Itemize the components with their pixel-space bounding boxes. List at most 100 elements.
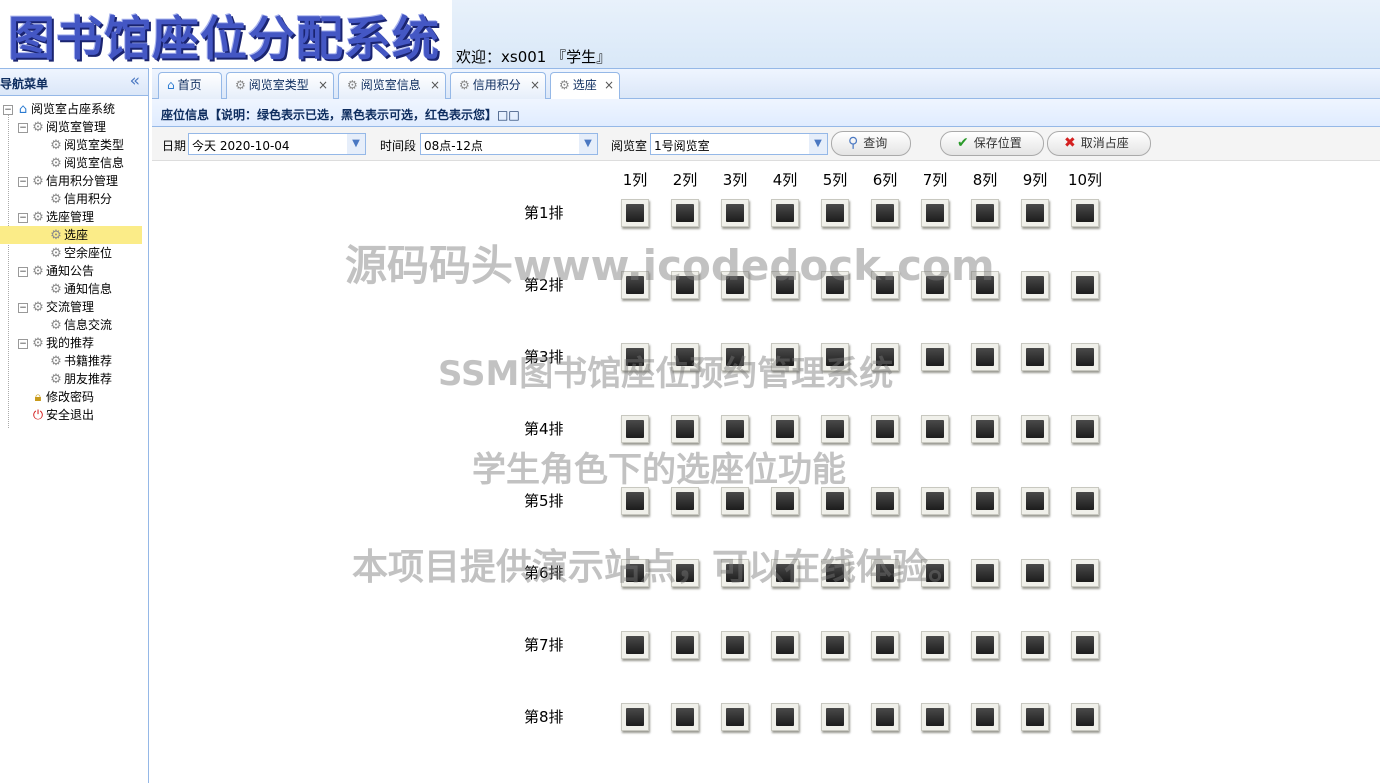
- nav-group-notice[interactable]: − ⚙ 通知公告: [18, 262, 94, 280]
- seat-button[interactable]: [721, 559, 749, 587]
- seat-button[interactable]: [771, 271, 799, 299]
- collapse-toggle-icon[interactable]: −: [18, 122, 28, 133]
- date-select[interactable]: 今天 2020-10-04 ▼: [188, 133, 366, 155]
- cancel-seat-button[interactable]: ✖ 取消占座: [1047, 131, 1151, 156]
- seat-button[interactable]: [771, 199, 799, 227]
- seat-button[interactable]: [771, 343, 799, 371]
- seat-button[interactable]: [1021, 559, 1049, 587]
- nav-group-seat[interactable]: − ⚙ 选座管理: [18, 208, 94, 226]
- seat-button[interactable]: [921, 703, 949, 731]
- seat-button[interactable]: [821, 199, 849, 227]
- seat-button[interactable]: [971, 559, 999, 587]
- seat-button[interactable]: [871, 415, 899, 443]
- seat-button[interactable]: [771, 631, 799, 659]
- seat-button[interactable]: [671, 415, 699, 443]
- seat-button[interactable]: [621, 199, 649, 227]
- seat-button[interactable]: [721, 343, 749, 371]
- tab-select-seat[interactable]: ⚙ 选座 ×: [550, 72, 620, 100]
- seat-button[interactable]: [771, 703, 799, 731]
- seat-button[interactable]: [921, 631, 949, 659]
- seat-button[interactable]: [971, 631, 999, 659]
- seat-button[interactable]: [621, 271, 649, 299]
- seat-button[interactable]: [671, 703, 699, 731]
- seat-button[interactable]: [671, 199, 699, 227]
- nav-item-message[interactable]: ⚙ 信息交流: [48, 316, 112, 334]
- seat-button[interactable]: [821, 559, 849, 587]
- seat-button[interactable]: [721, 703, 749, 731]
- chevron-down-icon[interactable]: ▼: [579, 134, 597, 154]
- seat-button[interactable]: [1071, 559, 1099, 587]
- chevron-down-icon[interactable]: ▼: [347, 134, 365, 154]
- seat-button[interactable]: [771, 487, 799, 515]
- seat-button[interactable]: [1021, 199, 1049, 227]
- seat-button[interactable]: [1021, 487, 1049, 515]
- nav-group-exchange[interactable]: − ⚙ 交流管理: [18, 298, 94, 316]
- seat-button[interactable]: [1071, 487, 1099, 515]
- seat-button[interactable]: [671, 631, 699, 659]
- seat-button[interactable]: [871, 559, 899, 587]
- seat-button[interactable]: [921, 343, 949, 371]
- seat-button[interactable]: [971, 703, 999, 731]
- collapse-toggle-icon[interactable]: −: [18, 338, 28, 349]
- nav-item-book-recommend[interactable]: ⚙ 书籍推荐: [48, 352, 112, 370]
- seat-button[interactable]: [821, 487, 849, 515]
- seat-button[interactable]: [871, 343, 899, 371]
- seat-button[interactable]: [971, 271, 999, 299]
- seat-button[interactable]: [1021, 415, 1049, 443]
- seat-button[interactable]: [821, 415, 849, 443]
- seat-button[interactable]: [871, 703, 899, 731]
- seat-button[interactable]: [621, 559, 649, 587]
- nav-item-friend-recommend[interactable]: ⚙ 朋友推荐: [48, 370, 112, 388]
- seat-button[interactable]: [871, 631, 899, 659]
- seat-button[interactable]: [971, 199, 999, 227]
- collapse-toggle-icon[interactable]: −: [3, 104, 13, 115]
- nav-item-room-info[interactable]: ⚙ 阅览室信息: [48, 154, 124, 172]
- seat-button[interactable]: [871, 271, 899, 299]
- seat-button[interactable]: [771, 559, 799, 587]
- chevron-down-icon[interactable]: ▼: [809, 134, 827, 154]
- collapse-icon[interactable]: «: [130, 71, 140, 91]
- seat-button[interactable]: [721, 631, 749, 659]
- seat-button[interactable]: [921, 271, 949, 299]
- tab-room-type[interactable]: ⚙ 阅览室类型 ×: [226, 72, 334, 99]
- nav-item-room-type[interactable]: ⚙ 阅览室类型: [48, 136, 124, 154]
- nav-item-logout[interactable]: ⏻ 安全退出: [30, 406, 94, 424]
- seat-button[interactable]: [671, 487, 699, 515]
- nav-group-credit[interactable]: − ⚙ 信用积分管理: [18, 172, 118, 190]
- seat-button[interactable]: [771, 415, 799, 443]
- collapse-toggle-icon[interactable]: −: [18, 302, 28, 313]
- seat-button[interactable]: [671, 559, 699, 587]
- close-icon[interactable]: ×: [430, 73, 440, 98]
- close-icon[interactable]: ×: [530, 73, 540, 98]
- seat-button[interactable]: [921, 559, 949, 587]
- collapse-toggle-icon[interactable]: −: [18, 212, 28, 223]
- close-icon[interactable]: ×: [318, 73, 328, 98]
- seat-button[interactable]: [821, 271, 849, 299]
- save-seat-button[interactable]: ✔ 保存位置: [940, 131, 1044, 156]
- nav-item-change-password[interactable]: 🔒︎ 修改密码: [30, 388, 94, 406]
- seat-button[interactable]: [921, 487, 949, 515]
- tree-root[interactable]: − ⌂ 阅览室占座系统: [3, 100, 115, 118]
- nav-item-credit[interactable]: ⚙ 信用积分: [48, 190, 112, 208]
- room-select[interactable]: 1号阅览室 ▼: [650, 133, 828, 155]
- collapse-toggle-icon[interactable]: −: [18, 176, 28, 187]
- seat-button[interactable]: [971, 487, 999, 515]
- seat-button[interactable]: [1021, 271, 1049, 299]
- seat-button[interactable]: [1071, 703, 1099, 731]
- seat-button[interactable]: [621, 343, 649, 371]
- seat-button[interactable]: [1071, 199, 1099, 227]
- tab-credit[interactable]: ⚙ 信用积分 ×: [450, 72, 546, 99]
- seat-button[interactable]: [871, 199, 899, 227]
- query-button[interactable]: ⚲ 查询: [831, 131, 911, 156]
- seat-button[interactable]: [621, 487, 649, 515]
- nav-item-notice-info[interactable]: ⚙ 通知信息: [48, 280, 112, 298]
- seat-button[interactable]: [871, 487, 899, 515]
- seat-button[interactable]: [721, 415, 749, 443]
- collapse-toggle-icon[interactable]: −: [18, 266, 28, 277]
- seat-button[interactable]: [721, 487, 749, 515]
- nav-item-select-seat[interactable]: ⚙ 选座: [0, 226, 142, 244]
- seat-button[interactable]: [671, 343, 699, 371]
- seat-button[interactable]: [1071, 343, 1099, 371]
- seat-button[interactable]: [1071, 271, 1099, 299]
- seat-button[interactable]: [921, 199, 949, 227]
